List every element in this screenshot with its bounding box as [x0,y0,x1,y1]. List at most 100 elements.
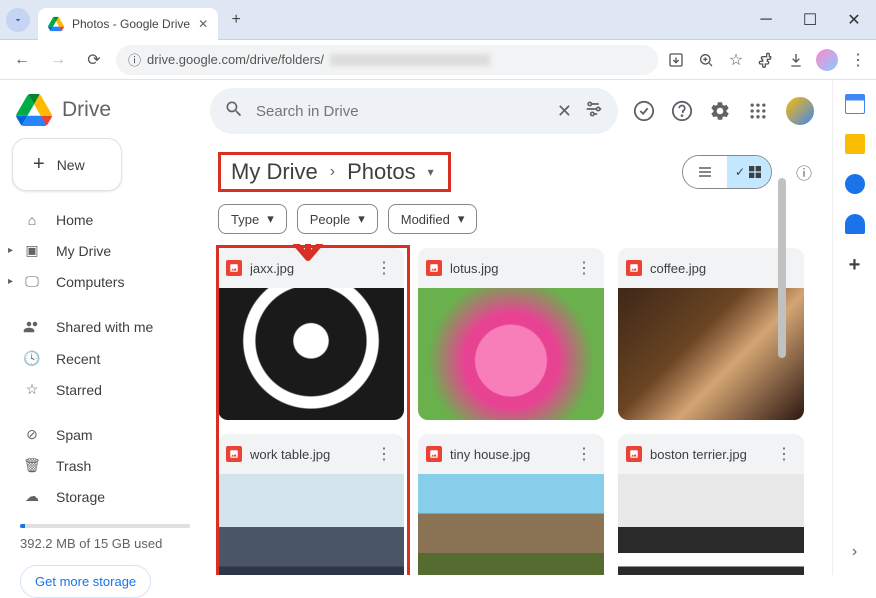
top-bar: ✕ [210,80,832,142]
image-file-icon [426,446,442,462]
sidebar-item-label: Trash [56,458,91,474]
breadcrumb-current[interactable]: Photos [347,159,416,185]
storage-section: 392.2 MB of 15 GB used Get more storage [12,524,198,598]
file-thumbnail[interactable] [418,288,604,420]
url-text: drive.google.com/drive/folders/ [147,52,324,67]
breadcrumb-root[interactable]: My Drive [231,159,318,185]
profile-avatar-icon[interactable] [816,49,838,71]
account-avatar[interactable] [784,95,816,127]
content-header: My Drive › Photos ▾ ⓘ [210,142,832,200]
site-info-icon[interactable]: ⓘ [128,50,141,69]
reload-button[interactable]: ⟳ [80,46,108,74]
file-card[interactable]: jaxx.jpg ⋮ [218,248,404,420]
browser-address-bar: ← → ⟳ ⓘ drive.google.com/drive/folders/ … [0,40,876,80]
spam-icon: ⊘ [22,426,42,443]
list-view-button[interactable] [683,156,727,188]
search-options-icon[interactable] [584,99,604,124]
tab-title: Photos - Google Drive [72,17,190,31]
file-thumbnail[interactable] [618,288,804,420]
filter-modified[interactable]: Modified▾ [388,204,478,234]
downloads-icon[interactable] [786,50,806,70]
sidebar-item-computers[interactable]: 🖵Computers [12,266,198,297]
sidebar-item-my-drive[interactable]: ▣ My Drive [12,235,198,266]
search-icon [224,99,244,124]
offline-ready-icon[interactable] [632,99,656,123]
settings-icon[interactable] [708,99,732,123]
help-icon[interactable] [670,99,694,123]
sidebar-item-shared[interactable]: Shared with me [12,311,198,343]
get-addons-button[interactable]: + [849,254,861,277]
file-name: work table.jpg [250,447,364,462]
scrollbar[interactable] [778,178,786,358]
app-name: Drive [62,98,111,122]
new-button[interactable]: + New [12,138,122,191]
window-close-button[interactable]: ✕ [832,0,876,40]
filter-label: People [310,212,350,227]
file-thumbnail[interactable] [218,474,404,575]
extensions-icon[interactable] [756,50,776,70]
file-thumbnail[interactable] [618,474,804,575]
tab-search-button[interactable] [6,8,30,32]
url-input[interactable]: ⓘ drive.google.com/drive/folders/ [116,45,658,75]
drive-icon: ▣ [22,242,42,259]
filter-people[interactable]: People▾ [297,204,378,234]
new-tab-button[interactable]: + [222,6,250,34]
file-name: boston terrier.jpg [650,447,764,462]
file-menu-button[interactable]: ⋮ [572,444,596,464]
file-card[interactable]: boston terrier.jpg ⋮ [618,434,804,575]
star-icon: ☆ [22,381,42,398]
install-app-icon[interactable] [666,50,686,70]
filter-bar: Type ▾ People▾ Modified▾ [210,200,832,244]
window-maximize-button[interactable]: ☐ [788,0,832,40]
file-menu-button[interactable]: ⋮ [372,258,396,278]
sidebar-item-home[interactable]: ⌂Home [12,205,198,235]
forward-button[interactable]: → [44,46,72,74]
sidebar-item-trash[interactable]: 🗑Trash [12,450,198,481]
calendar-addon-icon[interactable] [845,94,865,114]
file-card[interactable]: lotus.jpg ⋮ [418,248,604,420]
drive-logo[interactable]: Drive [12,88,198,138]
file-name: coffee.jpg [650,261,764,276]
file-menu-button[interactable]: ⋮ [372,444,396,464]
file-thumbnail[interactable] [218,288,404,420]
keep-addon-icon[interactable] [845,134,865,154]
grid-view-button[interactable] [727,156,771,188]
browser-tab-strip: Photos - Google Drive ✕ + ─ ☐ ✕ [0,0,876,40]
image-file-icon [226,446,242,462]
search-input[interactable] [256,103,545,120]
back-button[interactable]: ← [8,46,36,74]
zoom-icon[interactable] [696,50,716,70]
filter-type[interactable]: Type ▾ [218,204,287,234]
tasks-addon-icon[interactable] [845,174,865,194]
tab-close-button[interactable]: ✕ [198,17,208,31]
sidebar-item-storage[interactable]: ☁Storage [12,481,198,512]
browser-menu-icon[interactable]: ⋮ [848,50,868,70]
breadcrumb-dropdown-icon[interactable]: ▾ [428,165,434,179]
sidebar-item-recent[interactable]: 🕓Recent [12,343,198,374]
chevron-down-icon: ▾ [267,211,274,227]
search-box[interactable]: ✕ [210,88,618,134]
hide-side-panel-button[interactable]: › [852,543,857,561]
side-panel: + › [832,80,876,575]
file-menu-button[interactable]: ⋮ [572,258,596,278]
sidebar-item-starred[interactable]: ☆Starred [12,374,198,405]
get-more-storage-button[interactable]: Get more storage [20,565,151,598]
file-card[interactable]: work table.jpg ⋮ [218,434,404,575]
browser-tab[interactable]: Photos - Google Drive ✕ [38,8,218,40]
new-button-label: New [57,157,85,173]
file-card[interactable]: tiny house.jpg ⋮ [418,434,604,575]
search-clear-button[interactable]: ✕ [557,101,572,122]
sidebar-item-spam[interactable]: ⊘Spam [12,419,198,450]
file-menu-button[interactable]: ⋮ [772,444,796,464]
contacts-addon-icon[interactable] [845,214,865,234]
details-icon[interactable]: ⓘ [792,160,816,184]
apps-icon[interactable] [746,99,770,123]
bookmark-icon[interactable]: ☆ [726,50,746,70]
url-redacted [330,54,490,66]
file-thumbnail[interactable] [418,474,604,575]
filter-label: Type [231,212,259,227]
shared-icon [22,318,42,336]
file-card[interactable]: coffee.jpg ⋮ [618,248,804,420]
sidebar-item-label: My Drive [56,243,111,259]
window-minimize-button[interactable]: ─ [744,0,788,40]
